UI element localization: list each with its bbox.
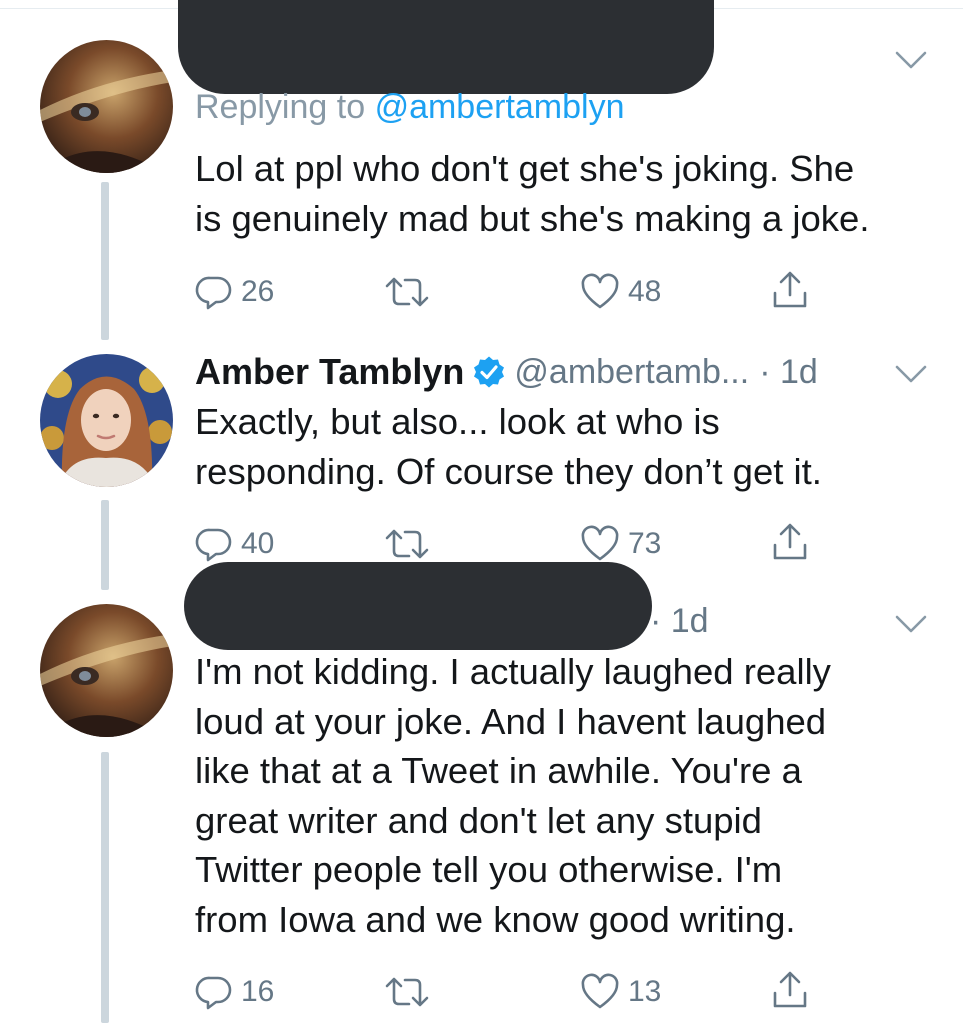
handle[interactable]: @ambertamb... xyxy=(514,353,749,392)
like-button[interactable]: 48 xyxy=(580,268,661,316)
avatar[interactable] xyxy=(40,354,173,487)
chevron-down-icon[interactable] xyxy=(893,362,929,386)
reply-icon xyxy=(195,976,232,1010)
tweet-text-line: like that at a Tweet in awhile. You're a xyxy=(195,750,802,791)
tweet-text-line: I'm not kidding. I actually laughed real… xyxy=(195,651,831,692)
tweet-header: Amber Tamblyn @ambertamb... · 1d xyxy=(195,350,818,394)
redacted-name xyxy=(184,562,652,650)
tweet-text-line: from Iowa and we know good writing. xyxy=(195,898,796,940)
reply-icon xyxy=(195,528,232,562)
like-button[interactable]: 13 xyxy=(580,968,661,1016)
chevron-down-icon[interactable] xyxy=(893,612,929,636)
timestamp[interactable]: · 1d xyxy=(759,353,818,392)
tweet-text-line: responding. Of course they don’t get it. xyxy=(195,450,822,492)
reply-count: 26 xyxy=(241,275,275,308)
tweet-text-line: Exactly, but also... look at who is xyxy=(195,401,720,442)
replying-to-label: Replying to xyxy=(195,88,366,126)
redacted-name xyxy=(178,0,714,94)
thread-connector-line xyxy=(101,500,109,590)
like-count: 73 xyxy=(628,527,662,560)
display-name[interactable]: Amber Tamblyn xyxy=(195,351,464,393)
share-icon xyxy=(773,271,807,308)
replying-to-line: Replying to @ambertamblyn xyxy=(195,88,625,127)
reply-count: 16 xyxy=(241,975,275,1008)
like-count: 13 xyxy=(628,975,662,1008)
retweet-icon xyxy=(385,529,429,559)
like-icon xyxy=(581,525,619,561)
like-count: 48 xyxy=(628,275,662,308)
thread-connector-line xyxy=(101,182,109,340)
tweet-text-line: great writer and don't let any stupid xyxy=(195,799,762,841)
retweet-button[interactable] xyxy=(383,520,431,568)
retweet-icon xyxy=(385,977,429,1007)
replying-to-mention[interactable]: @ambertamblyn xyxy=(375,88,625,126)
timestamp[interactable]: · 1d xyxy=(650,602,709,641)
avatar[interactable] xyxy=(40,604,173,737)
tweet-text-line: loud at your joke. And I havent laughed xyxy=(195,700,827,742)
like-icon xyxy=(581,273,619,309)
like-button[interactable]: 73 xyxy=(580,520,661,568)
tweet-text: Lol at ppl who don't get she's joking. S… xyxy=(195,144,869,243)
retweet-button[interactable] xyxy=(383,268,431,316)
reply-count: 40 xyxy=(241,527,275,560)
share-button[interactable] xyxy=(770,966,810,1014)
tweet-text-line: Twitter people tell you otherwise. I'm xyxy=(195,849,783,890)
retweet-button[interactable] xyxy=(383,968,431,1016)
retweet-icon xyxy=(385,277,429,307)
tweet-text-line: Lol at ppl who don't get she's joking. S… xyxy=(195,148,855,189)
reply-button[interactable]: 16 xyxy=(195,968,274,1016)
tweet-text: I'm not kidding. I actually laughed real… xyxy=(195,647,831,944)
share-button[interactable] xyxy=(770,518,810,566)
share-button[interactable] xyxy=(770,266,810,314)
verified-badge-icon xyxy=(474,356,505,388)
tweet-text-line: is genuinely mad but she's making a joke… xyxy=(195,197,870,239)
thread-connector-line xyxy=(101,752,109,1023)
reply-button[interactable]: 26 xyxy=(195,268,274,316)
reply-icon xyxy=(195,276,232,310)
tweet-text: Exactly, but also... look at who is resp… xyxy=(195,397,822,496)
share-icon xyxy=(773,971,807,1008)
share-icon xyxy=(773,523,807,560)
reply-button[interactable]: 40 xyxy=(195,520,274,568)
like-icon xyxy=(581,973,619,1009)
chevron-down-icon[interactable] xyxy=(893,48,929,72)
avatar[interactable] xyxy=(40,40,173,173)
